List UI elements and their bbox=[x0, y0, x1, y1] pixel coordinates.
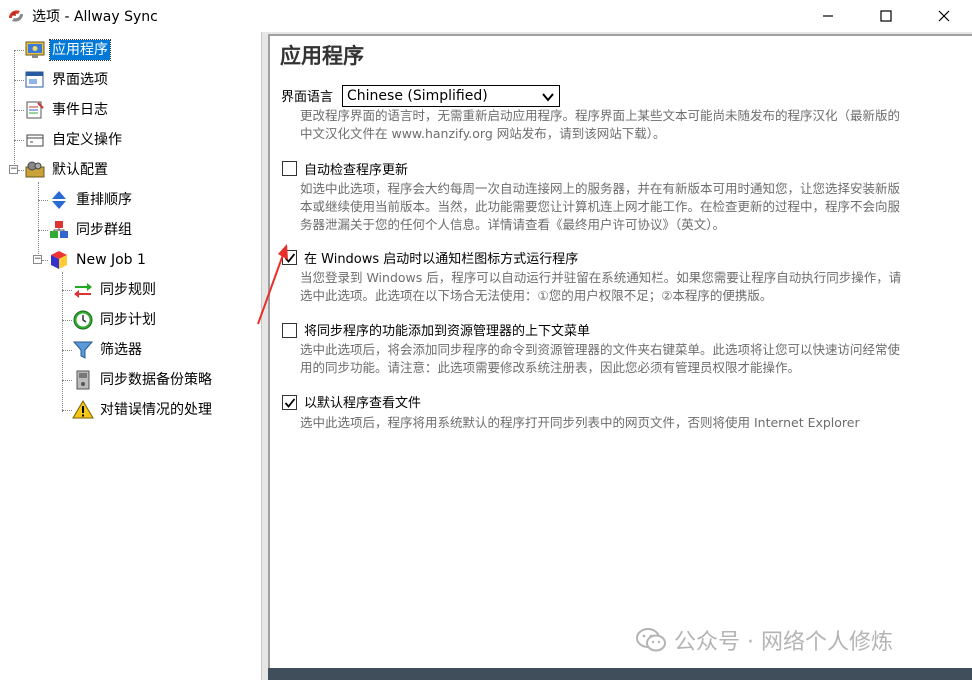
explorer-context-menu-label: 将同步程序的功能添加到资源管理器的上下文菜单 bbox=[304, 324, 591, 339]
auto-update-label: 自动检查程序更新 bbox=[304, 163, 409, 178]
default-config-icon bbox=[25, 161, 45, 178]
default-viewer-label: 以默认程序查看文件 bbox=[304, 396, 422, 411]
options-tree: − − 应用程序 界面选项 事件日志 自定义操作 默认配置 重排顺序 同步群组 … bbox=[0, 32, 262, 680]
bottom-strip bbox=[268, 668, 972, 680]
allway-sync-app-icon bbox=[9, 10, 23, 22]
tree-connector bbox=[38, 182, 39, 262]
tree-connector bbox=[62, 380, 72, 381]
tree-connector bbox=[14, 110, 24, 111]
tree-item-label: 默认配置 bbox=[52, 162, 108, 178]
tree-item-label: New Job 1 bbox=[76, 252, 146, 268]
window-icon bbox=[25, 71, 44, 88]
tree-item-label: 同步规则 bbox=[100, 282, 156, 298]
tree-item-application[interactable]: 应用程序 bbox=[24, 37, 111, 63]
custom-action-icon bbox=[26, 134, 44, 147]
tree-connector bbox=[62, 290, 72, 291]
auto-update-description: 如选中此选项，程序会大约每周一次自动连接网上的服务器，并在有新版本可用时通知您，… bbox=[300, 181, 901, 232]
tree-item-custom-actions[interactable]: 自定义操作 bbox=[24, 127, 124, 153]
default-viewer-checkbox[interactable] bbox=[282, 395, 297, 410]
tree-item-sync-group[interactable]: 同步群组 bbox=[48, 217, 134, 243]
maximize-button[interactable] bbox=[860, 0, 912, 32]
title-bar: 选项 - Allway Sync bbox=[0, 0, 972, 32]
reorder-icon bbox=[52, 191, 66, 209]
schedule-clock-icon bbox=[73, 310, 93, 330]
language-select[interactable]: Chinese (Simplified) bbox=[342, 85, 560, 107]
annotation-arrow-icon bbox=[257, 244, 288, 325]
tree-connector bbox=[62, 272, 63, 412]
chevron-down-icon bbox=[542, 93, 554, 102]
filter-icon bbox=[72, 341, 94, 359]
log-icon bbox=[26, 101, 44, 119]
tree-item-backup-policy[interactable]: 同步数据备份策略 bbox=[72, 367, 214, 393]
watermark-text: 公众号 · 网络个人修炼 bbox=[674, 630, 893, 655]
close-button[interactable] bbox=[918, 0, 970, 32]
tree-item-label: 筛选器 bbox=[100, 342, 142, 358]
language-selected-value: Chinese (Simplified) bbox=[347, 88, 488, 104]
wechat-icon bbox=[636, 628, 666, 652]
tree-item-label: 对错误情况的处理 bbox=[100, 402, 212, 418]
tree-item-interface-options[interactable]: 界面选项 bbox=[24, 67, 110, 93]
language-label: 界面语言 bbox=[281, 90, 334, 105]
tree-item-sync-schedule[interactable]: 同步计划 bbox=[72, 307, 158, 333]
job-cube-icon bbox=[51, 251, 67, 269]
sync-group-icon bbox=[50, 221, 68, 238]
tree-connector bbox=[38, 230, 48, 231]
language-description: 更改程序界面的语言时，无需重新启动应用程序。程序界面上某些文本可能尚未随发布的程… bbox=[300, 108, 901, 141]
default-viewer-description: 选中此选项后，程序将用系统默认的程序打开同步列表中的网页文件，否则将使用 Int… bbox=[300, 415, 860, 430]
minimize-button[interactable] bbox=[802, 0, 854, 32]
minimize-icon bbox=[823, 15, 833, 17]
tree-item-label: 同步数据备份策略 bbox=[100, 372, 212, 388]
warning-icon bbox=[72, 400, 94, 419]
tree-item-label: 应用程序 bbox=[49, 39, 111, 61]
collapse-toggle[interactable]: − bbox=[33, 255, 42, 264]
sync-rules-icon bbox=[74, 283, 92, 298]
tree-item-filters[interactable]: 筛选器 bbox=[72, 337, 144, 363]
tree-connector bbox=[14, 50, 24, 51]
auto-update-checkbox[interactable] bbox=[282, 161, 297, 176]
tree-connector bbox=[14, 140, 24, 141]
tree-item-event-log[interactable]: 事件日志 bbox=[24, 97, 110, 123]
tree-connector bbox=[14, 80, 24, 81]
tree-item-label: 事件日志 bbox=[52, 102, 108, 118]
tree-connector bbox=[62, 410, 72, 411]
tree-item-sync-rules[interactable]: 同步规则 bbox=[72, 277, 158, 303]
backup-icon bbox=[76, 370, 90, 390]
tree-item-label: 重排顺序 bbox=[76, 192, 132, 208]
tree-item-label: 同步群组 bbox=[76, 222, 132, 238]
tree-item-label: 界面选项 bbox=[52, 72, 108, 88]
run-at-startup-description: 当您登录到 Windows 后，程序可以自动运行并驻留在系统通知栏。如果您需要让… bbox=[300, 270, 902, 303]
window-title: 选项 - Allway Sync bbox=[32, 9, 158, 25]
explorer-context-menu-description: 选中此选项后，将会添加同步程序的命令到资源管理器的文件夹右键菜单。此选项将让您可… bbox=[300, 342, 901, 375]
tree-connector bbox=[62, 350, 72, 351]
tree-item-label: 同步计划 bbox=[100, 312, 156, 328]
tree-item-error-handling[interactable]: 对错误情况的处理 bbox=[72, 397, 214, 423]
app-monitor-icon bbox=[25, 41, 45, 58]
checkmark-icon bbox=[284, 398, 296, 408]
tree-item-default-config[interactable]: 默认配置 bbox=[24, 157, 110, 183]
tree-item-label: 自定义操作 bbox=[52, 132, 122, 148]
run-at-startup-label: 在 Windows 启动时以通知栏图标方式运行程序 bbox=[304, 252, 579, 267]
watermark: 公众号 · 网络个人修炼 bbox=[636, 624, 893, 656]
close-icon bbox=[938, 10, 950, 22]
page-title: 应用程序 bbox=[280, 44, 364, 68]
maximize-icon bbox=[880, 10, 892, 22]
tree-item-new-job[interactable]: New Job 1 bbox=[48, 247, 148, 273]
tree-connector bbox=[38, 200, 48, 201]
collapse-toggle[interactable]: − bbox=[9, 165, 18, 174]
tree-connector bbox=[62, 320, 72, 321]
tree-item-reorder[interactable]: 重排顺序 bbox=[48, 187, 134, 213]
